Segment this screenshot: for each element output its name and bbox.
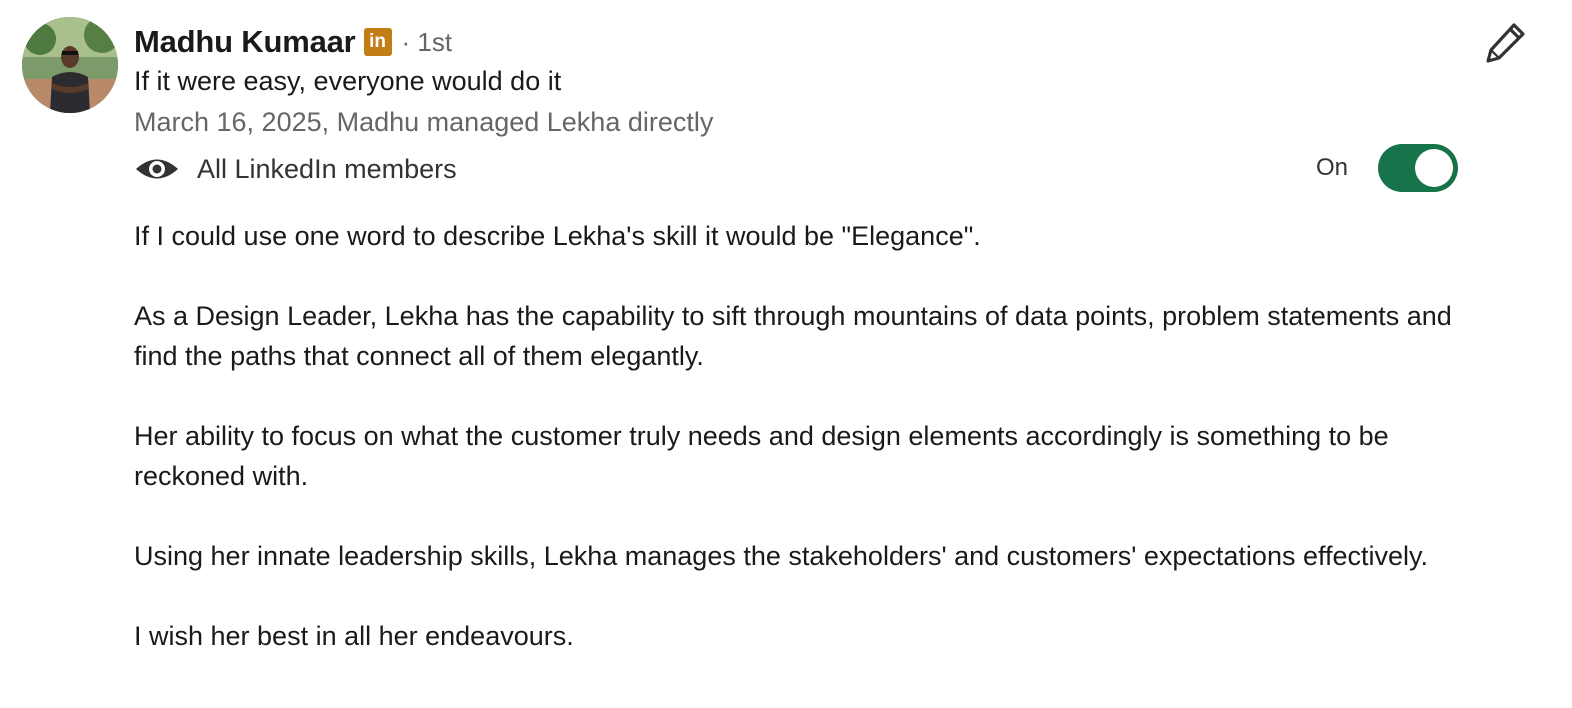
visibility-toggle-group: On [1316,144,1458,192]
recommendation-paragraph: Her ability to focus on what the custome… [134,421,1389,491]
toggle-state-label: On [1315,154,1348,181]
visibility-toggle[interactable] [1378,144,1458,192]
pencil-icon [1486,23,1525,63]
avatar[interactable] [22,17,118,113]
eye-icon [136,159,178,179]
recommender-name[interactable]: Madhu Kumaar [134,24,356,60]
recommender-headline: If it were easy, everyone would do it [134,66,562,96]
recommendation-paragraph: If I could use one word to describe Lekh… [134,221,981,251]
visibility-label: All LinkedIn members [197,153,457,184]
recommendation-meta: March 16, 2025, Madhu managed Lekha dire… [134,107,714,137]
linkedin-icon: in [363,28,392,56]
edit-button[interactable] [1484,20,1528,64]
recommender-header: Madhu Kumaar in · 1st [134,22,452,62]
toggle-knob [1415,149,1453,187]
avatar-photo [22,17,118,113]
visibility-row: All LinkedIn members [134,148,457,190]
recommendation-card: Madhu Kumaar in · 1st If it were easy, e… [0,0,1572,708]
connection-degree: · 1st [401,26,453,57]
recommendation-paragraph: I wish her best in all her endeavours. [134,621,574,651]
recommendation-text: If I could use one word to describe Lekh… [134,216,1474,696]
recommendation-paragraph: As a Design Leader, Lekha has the capabi… [134,301,1452,371]
recommendation-paragraph: Using her innate leadership skills, Lekh… [134,541,1429,571]
